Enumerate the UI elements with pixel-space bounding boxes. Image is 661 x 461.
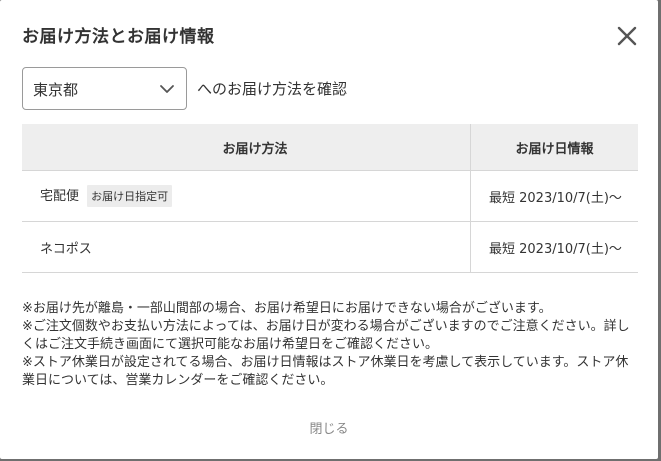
note-item: ※ストア休業日が設定されてる場合、お届け日情報はストア休業日を考慮して表示してい… [22, 355, 629, 388]
note-item: ※お届け先が離島・一部山間部の場合、お届け希望日にお届けできない場合がございます… [22, 301, 552, 316]
region-confirm-text: へのお届け方法を確認 [197, 80, 348, 98]
region-select[interactable]: 東京都 [22, 67, 187, 110]
delivery-date-cell: 最短 2023/10/7(土)～ [470, 221, 638, 273]
header-delivery-date: お届け日情報 [470, 124, 638, 171]
shipping-table: お届け方法 お届け日情報 宅配便 お届け日指定可 最短 2023/10/7(土)… [22, 124, 638, 273]
note-item: ※ご注文個数やお支払い方法によっては、お届け日が変わる場合がございますのでご注意… [22, 319, 630, 352]
chevron-down-icon [160, 85, 174, 93]
close-icon [617, 26, 637, 46]
close-button[interactable] [613, 22, 641, 50]
method-cell: ネコポス [22, 221, 471, 273]
date-selectable-badge: お届け日指定可 [87, 185, 173, 208]
method-cell: 宅配便 お届け日指定可 [22, 170, 471, 222]
region-select-value: 東京都 [33, 81, 79, 99]
table-row: ネコポス 最短 2023/10/7(土)～ [22, 221, 638, 273]
shipping-info-modal: お届け方法とお届け情報 東京都 へのお届け方法を確認 お届け方法 お届け日情報 … [0, 0, 658, 459]
close-link[interactable]: 閉じる [0, 418, 658, 437]
method-name: ネコポス [40, 241, 92, 257]
modal-title: お届け方法とお届け情報 [22, 27, 215, 47]
method-name: 宅配便 [40, 188, 80, 204]
table-header-row: お届け方法 お届け日情報 [22, 124, 638, 171]
delivery-date-cell: 最短 2023/10/7(土)～ [470, 170, 638, 222]
header-method: お届け方法 [22, 124, 471, 171]
table-row: 宅配便 お届け日指定可 最短 2023/10/7(土)～ [22, 170, 638, 222]
notes: ※お届け先が離島・一部山間部の場合、お届け希望日にお届けできない場合がございます… [22, 300, 638, 390]
